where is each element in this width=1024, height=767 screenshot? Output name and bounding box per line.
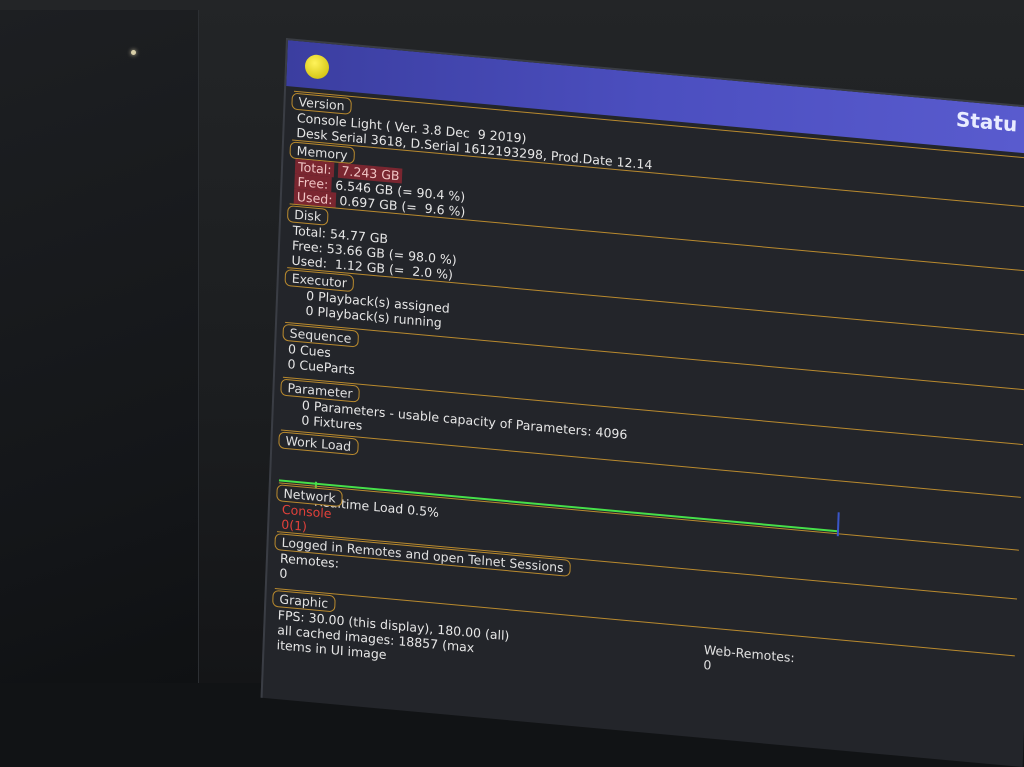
window-title: Statu xyxy=(955,107,1018,137)
light-reflection xyxy=(131,50,136,55)
status-content: Version Console Light ( Ver. 3.8 Dec 9 2… xyxy=(272,90,1024,717)
section-header: Work Load xyxy=(278,431,359,456)
left-screen-panel xyxy=(0,10,199,683)
window-status-dot-icon[interactable] xyxy=(304,53,330,80)
status-window: Statu Version Console Light ( Ver. 3.8 D… xyxy=(260,38,1024,767)
